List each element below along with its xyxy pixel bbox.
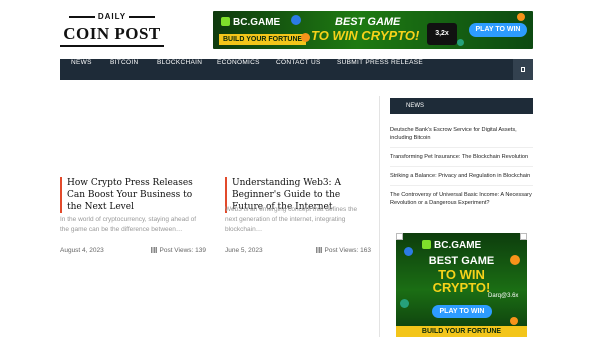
main-nav: NEWS BITCOIN BLOCKCHAIN ECONOMICS CONTAC… bbox=[60, 59, 533, 80]
sidebar-divider bbox=[379, 96, 380, 337]
sidebar-news-list: Deutsche Bank's Escrow Service for Digit… bbox=[390, 126, 533, 217]
logo-underline bbox=[60, 45, 164, 47]
side-banner-ad[interactable]: BC.GAME BEST GAME TO WIN CRYPTO! Darq@3.… bbox=[396, 233, 527, 337]
post-excerpt: In the world of cryptocurrency, staying … bbox=[60, 216, 197, 233]
banner-multiplier: Darq@3.6x bbox=[488, 293, 519, 299]
sidebar-news-item[interactable]: The Controversy of Universal Basic Incom… bbox=[390, 191, 533, 212]
banner-brand: BC.GAME bbox=[221, 17, 280, 28]
sidebar-heading: NEWS bbox=[390, 98, 533, 114]
coin-icon bbox=[291, 15, 301, 25]
chart-bars-icon bbox=[315, 247, 322, 253]
banner-brand: BC.GAME bbox=[422, 240, 481, 251]
nav-item-economics[interactable]: ECONOMICS bbox=[217, 59, 260, 80]
nav-item-submit-press-release[interactable]: SUBMIT PRESS RELEASE bbox=[337, 59, 423, 80]
logo-top-text: DAILY bbox=[60, 12, 164, 21]
logo-name: COIN POST bbox=[63, 24, 161, 43]
banner-play-button[interactable]: PLAY TO WIN bbox=[469, 23, 527, 37]
site-logo[interactable]: DAILY COIN POST bbox=[60, 12, 164, 48]
post-card: How Crypto Press Releases Can Boost Your… bbox=[60, 177, 206, 257]
banner-headline-1: BEST GAME bbox=[428, 255, 495, 267]
coin-icon bbox=[301, 33, 310, 42]
post-title[interactable]: How Crypto Press Releases Can Boost Your… bbox=[60, 177, 206, 213]
nav-item-contact-us[interactable]: CONTACT US bbox=[276, 59, 321, 80]
search-icon bbox=[521, 67, 525, 72]
banner-footer: BUILD YOUR FORTUNE bbox=[396, 326, 527, 337]
coin-icon bbox=[510, 317, 518, 325]
nav-item-news[interactable]: NEWS bbox=[71, 59, 92, 80]
banner-headline-1: BEST GAME bbox=[335, 16, 401, 28]
nav-item-bitcoin[interactable]: BITCOIN bbox=[110, 59, 138, 80]
banner-tagline: BUILD YOUR FORTUNE bbox=[219, 34, 307, 45]
nav-search-button[interactable] bbox=[513, 59, 533, 80]
coin-icon bbox=[457, 39, 464, 46]
chart-bars-icon bbox=[150, 247, 157, 253]
bcgame-logo-icon bbox=[221, 17, 230, 26]
banner-headline-2: TO WIN CRYPTO! bbox=[311, 28, 420, 43]
post-views: Post Views: 163 bbox=[315, 247, 371, 254]
banner-play-button[interactable]: PLAY TO WIN bbox=[432, 305, 492, 318]
sidebar-news-item[interactable]: Deutsche Bank's Escrow Service for Digit… bbox=[390, 126, 533, 148]
ad-close-icon[interactable] bbox=[520, 233, 527, 240]
post-date: June 5, 2023 bbox=[225, 247, 263, 254]
banner-multiplier: 3,2x bbox=[427, 23, 457, 45]
ad-info-icon[interactable] bbox=[396, 233, 403, 240]
post-views: Post Views: 139 bbox=[150, 247, 206, 254]
post-card: Understanding Web3: A Beginner's Guide t… bbox=[225, 177, 371, 257]
post-excerpt: Web3 is an emerging concept that defines… bbox=[225, 206, 358, 233]
nav-item-blockchain[interactable]: BLOCKCHAIN bbox=[157, 59, 202, 80]
bcgame-logo-icon bbox=[422, 240, 431, 249]
post-date: August 4, 2023 bbox=[60, 247, 104, 254]
coin-icon bbox=[400, 299, 409, 308]
sidebar-news-item[interactable]: Striking a Balance: Privacy and Regulati… bbox=[390, 172, 533, 186]
sidebar-news-item[interactable]: Transforming Pet Insurance: The Blockcha… bbox=[390, 153, 533, 167]
top-banner-ad[interactable]: BC.GAME BUILD YOUR FORTUNE BEST GAME TO … bbox=[213, 11, 533, 49]
coin-icon bbox=[517, 13, 525, 21]
